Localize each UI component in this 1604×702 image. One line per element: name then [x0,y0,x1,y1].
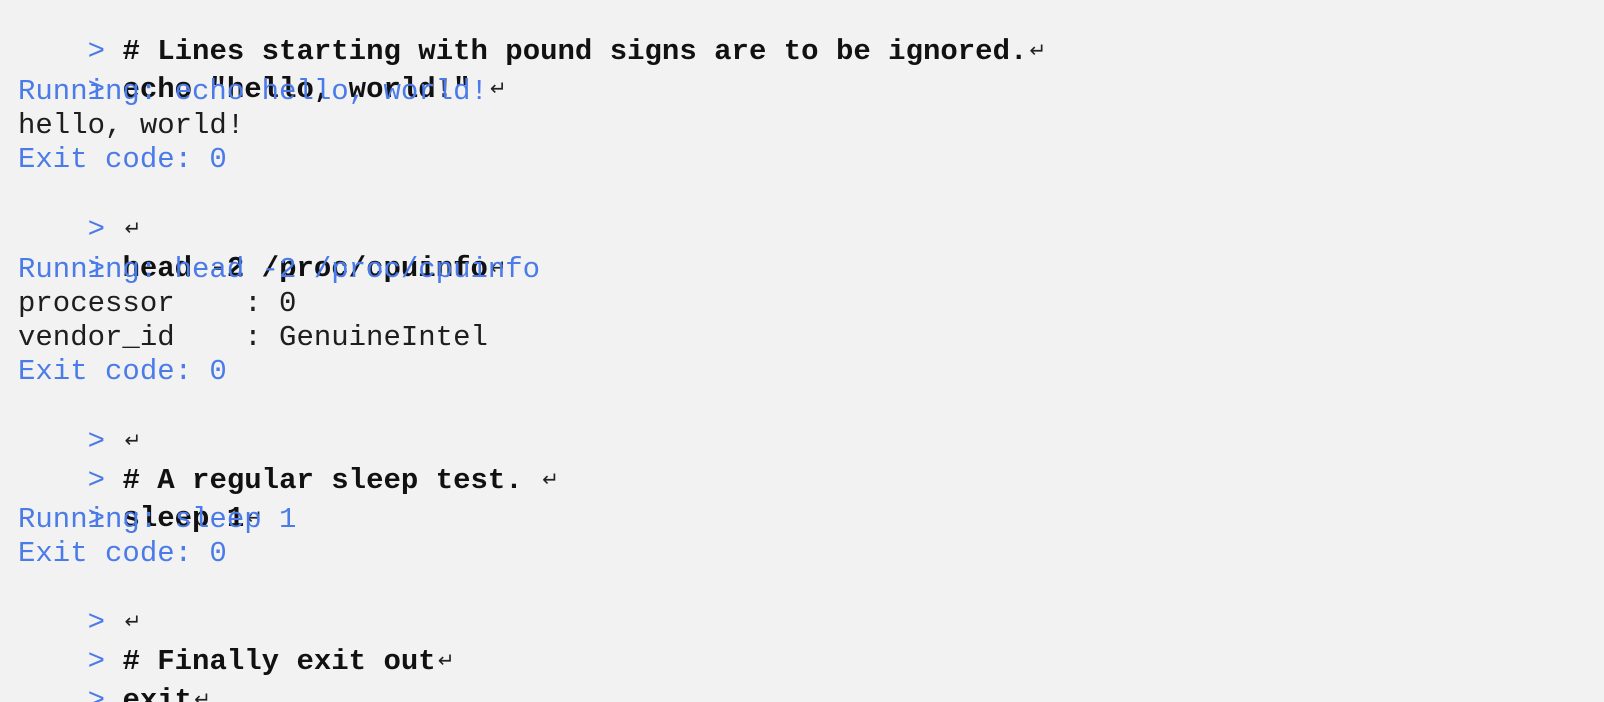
running-info-line: Running: sleep 1 [18,503,297,536]
input-line: > exit ↵ [18,650,211,702]
return-icon: ↵ [489,76,507,100]
input-line: > head -2 /proc/cpuinfo ↵ [18,218,507,285]
input-line: > # Finally exit out ↵ [18,611,455,678]
input-line: > ↵ [18,179,142,246]
return-icon: ↵ [194,687,211,702]
running-info-line: Running: echo hello, world! [18,75,488,108]
prompt-symbol: > [87,684,106,702]
input-line: > # Lines starting with pound signs are … [18,1,1047,68]
output-line: hello, world! [18,109,245,142]
return-icon: ↵ [437,648,455,672]
output-line: processor : 0 [18,287,297,320]
command-text: exit [122,684,193,702]
input-line: > sleep 1 ↵ [18,468,263,535]
exit-code-line: Exit code: 0 [18,537,227,570]
input-line: > ↵ [18,391,142,458]
input-line: > # A regular sleep test. ↵ [18,430,559,497]
output-line: vendor_id : GenuineIntel [18,321,488,354]
input-line: > echo "hello, world!" ↵ [18,39,507,106]
return-icon: ↵ [1029,38,1047,62]
input-line: > ↵ [18,572,142,639]
exit-code-line: Exit code: 0 [18,355,227,388]
terminal-window[interactable]: > # Lines starting with pound signs are … [0,0,1604,702]
return-icon: ↵ [542,467,559,491]
exit-code-line: Exit code: 0 [18,143,227,176]
running-info-line: Running: head -2 /proc/cpuinfo [18,253,541,286]
